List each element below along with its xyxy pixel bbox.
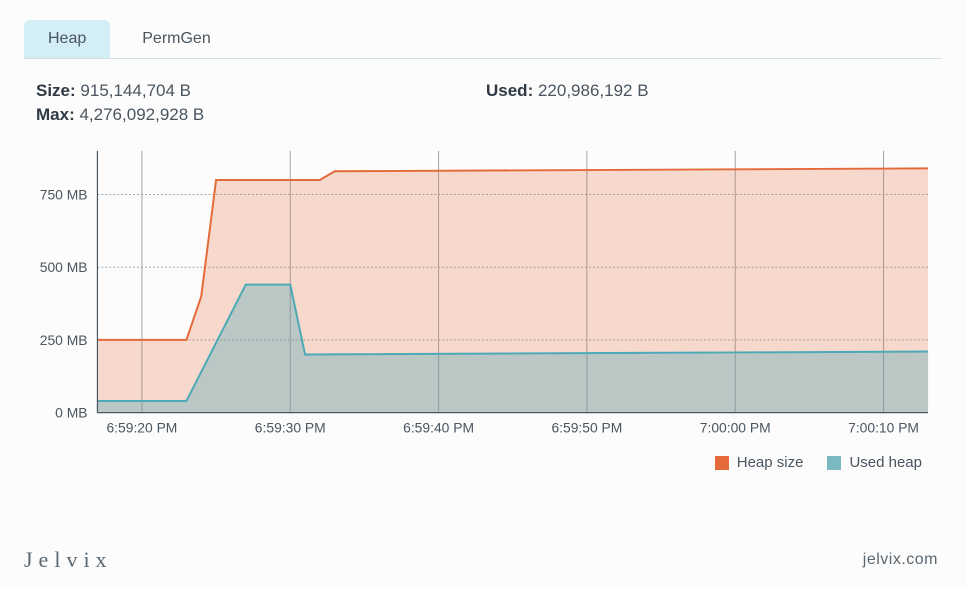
stat-used-value: 220,986,192 B — [538, 81, 649, 100]
legend-used-heap: Used heap — [827, 454, 922, 471]
stat-used-label: Used: — [486, 81, 533, 100]
stat-max: Max: 4,276,092,928 B — [36, 105, 336, 125]
tab-permgen[interactable]: PermGen — [118, 20, 234, 58]
footer: Jelvix jelvix.com — [24, 547, 938, 573]
legend-heap-size-label: Heap size — [737, 454, 804, 471]
svg-text:7:00:00 PM: 7:00:00 PM — [700, 419, 771, 435]
heap-chart: 0 MB 250 MB 500 MB 750 MB 6:59:20 PM 6:59:30 … — [32, 143, 934, 440]
legend: Heap size Used heap — [24, 454, 942, 471]
stat-size: Size: 915,144,704 B — [36, 81, 336, 101]
chart-canvas: 0 MB 250 MB 500 MB 750 MB 6:59:20 PM 6:59:30 … — [32, 143, 934, 440]
tabs: Heap PermGen — [24, 20, 942, 59]
svg-text:750 MB: 750 MB — [40, 186, 88, 202]
stat-size-label: Size: — [36, 81, 76, 100]
stat-max-value: 4,276,092,928 B — [79, 105, 204, 124]
svg-text:6:59:50 PM: 6:59:50 PM — [551, 419, 622, 435]
svg-text:0 MB: 0 MB — [55, 405, 87, 421]
site-url: jelvix.com — [863, 551, 938, 569]
stats: Size: 915,144,704 B Used: 220,986,192 B … — [24, 81, 942, 125]
swatch-used-heap-icon — [827, 456, 841, 470]
svg-text:500 MB: 500 MB — [40, 259, 88, 275]
svg-text:6:59:40 PM: 6:59:40 PM — [403, 419, 474, 435]
svg-text:6:59:30 PM: 6:59:30 PM — [255, 419, 326, 435]
tab-heap[interactable]: Heap — [24, 20, 110, 58]
stat-size-value: 915,144,704 B — [80, 81, 191, 100]
stat-used: Used: 220,986,192 B — [486, 81, 786, 101]
svg-text:7:00:10 PM: 7:00:10 PM — [848, 419, 919, 435]
brand-logo: Jelvix — [24, 547, 113, 573]
stat-max-label: Max: — [36, 105, 75, 124]
svg-text:6:59:20 PM: 6:59:20 PM — [106, 419, 177, 435]
legend-used-heap-label: Used heap — [849, 454, 922, 471]
swatch-heap-size-icon — [715, 456, 729, 470]
svg-text:250 MB: 250 MB — [40, 332, 88, 348]
legend-heap-size: Heap size — [715, 454, 804, 471]
